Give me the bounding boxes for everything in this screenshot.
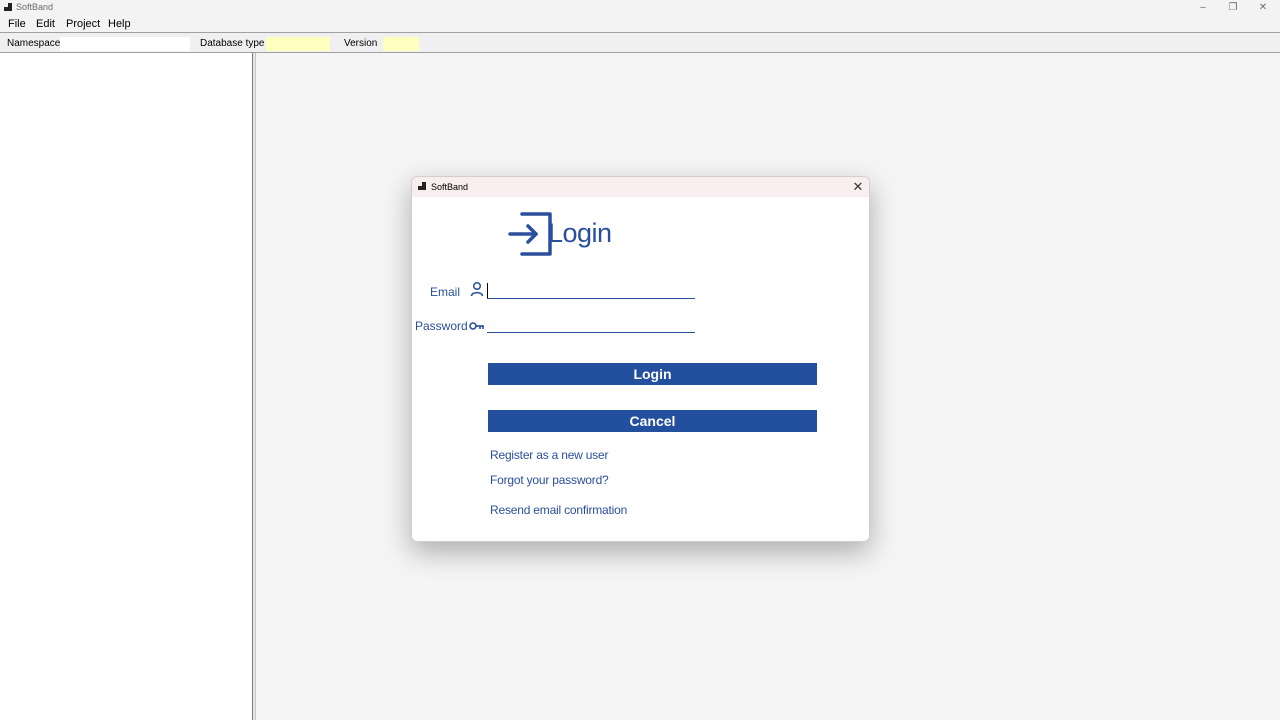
- menu-edit[interactable]: Edit: [36, 18, 55, 30]
- namespace-input[interactable]: [60, 37, 190, 51]
- app-icon: [4, 3, 12, 11]
- restore-button[interactable]: ❐: [1218, 0, 1248, 16]
- menu-help[interactable]: Help: [108, 18, 131, 30]
- key-icon: [469, 322, 484, 330]
- restore-icon: ❐: [1228, 2, 1238, 13]
- resend-confirmation-link[interactable]: Resend email confirmation: [490, 503, 627, 517]
- dialog-close-button[interactable]: ✕: [847, 177, 869, 197]
- menu-project[interactable]: Project: [66, 18, 100, 30]
- dialog-title: SoftBand: [431, 182, 469, 192]
- version-label: Version: [344, 38, 378, 49]
- register-link[interactable]: Register as a new user: [490, 448, 609, 462]
- window-title: SoftBand: [16, 2, 54, 12]
- forgot-password-link[interactable]: Forgot your password?: [490, 473, 609, 487]
- cancel-button[interactable]: Cancel: [488, 410, 817, 432]
- dialog-app-icon: [418, 182, 426, 190]
- email-input[interactable]: [487, 281, 695, 299]
- login-dialog: SoftBand ✕ Login Email Password Login Ca…: [411, 176, 870, 542]
- dialog-titlebar: SoftBand ✕: [412, 177, 869, 197]
- password-label: Password: [415, 319, 468, 333]
- minimize-button[interactable]: –: [1188, 0, 1218, 16]
- user-icon: [470, 281, 484, 297]
- close-icon: ✕: [852, 179, 864, 194]
- toolbar: Namespace Database type Version: [0, 32, 1280, 53]
- minimize-icon: –: [1200, 2, 1206, 13]
- database-type-label: Database type: [200, 38, 265, 49]
- menubar: [0, 16, 1280, 32]
- database-type-input[interactable]: [266, 37, 330, 51]
- namespace-label: Namespace: [7, 38, 61, 49]
- menu-file[interactable]: File: [8, 18, 26, 30]
- email-label: Email: [430, 285, 461, 299]
- password-input[interactable]: [487, 315, 695, 333]
- version-input[interactable]: [383, 37, 419, 51]
- close-icon: ✕: [1258, 2, 1268, 13]
- text-caret: [487, 283, 488, 298]
- window-titlebar: SoftBand – ❐ ✕: [0, 0, 1280, 16]
- login-button[interactable]: Login: [488, 363, 817, 385]
- left-tree-panel[interactable]: [0, 53, 253, 720]
- dialog-heading: Login: [548, 218, 612, 248]
- close-window-button[interactable]: ✕: [1248, 0, 1278, 16]
